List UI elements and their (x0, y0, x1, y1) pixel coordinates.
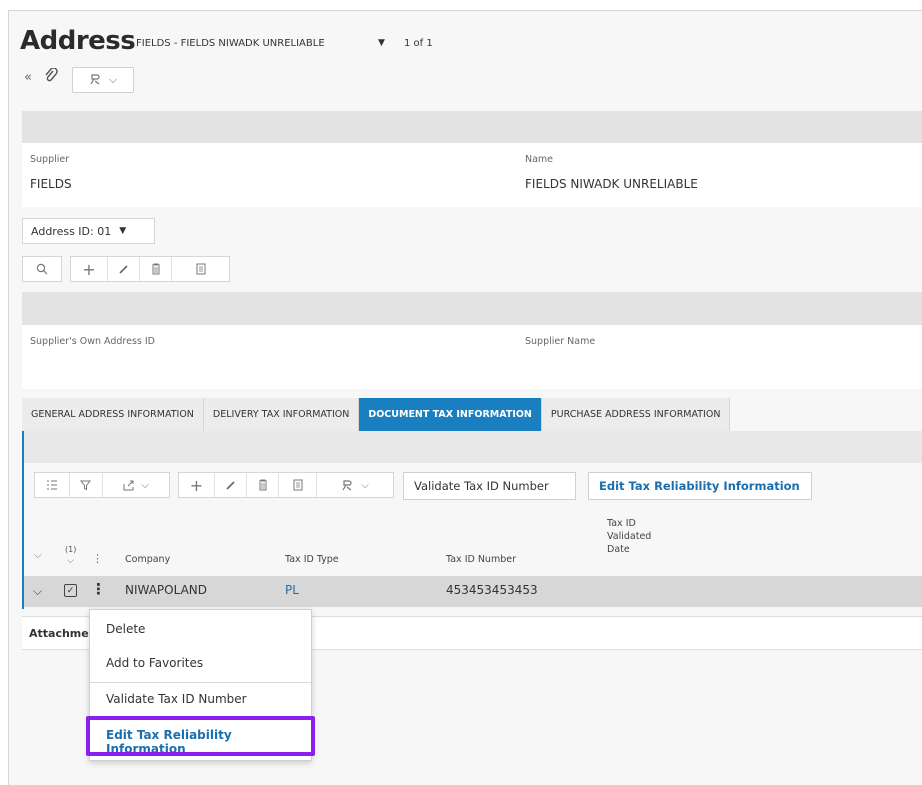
select-all-icon[interactable]: ⌵ (67, 556, 74, 566)
caret-down-icon: ▼ (119, 226, 127, 236)
cell-tax-id-number: 453453453453 (446, 583, 538, 597)
address-id-selector[interactable]: Address ID: 01 ▼ (22, 218, 155, 244)
name-value: FIELDS NIWADK UNRELIABLE (525, 177, 698, 191)
collapse-icon[interactable]: « (24, 70, 32, 85)
col-tax-id-type[interactable]: Tax ID Type (285, 554, 339, 565)
chevron-down-icon: ⌵ (108, 73, 118, 86)
name-label: Name (525, 154, 554, 165)
delete-icon[interactable] (246, 473, 278, 497)
edit-icon[interactable] (107, 257, 139, 281)
chevron-down-icon: ⌵ (141, 479, 149, 491)
selected-count: (1) (65, 545, 77, 554)
address-header-bar (22, 292, 922, 325)
supplier-panel: Supplier FIELDS Name FIELDS NIWADK UNREL… (22, 143, 922, 207)
chevron-down-icon: ⌵ (361, 479, 369, 491)
menu-item-validate-tax-id[interactable]: Validate Tax ID Number (106, 692, 247, 706)
menu-separator (90, 682, 311, 683)
filter-icon[interactable] (68, 473, 103, 497)
cell-company: NIWAPOLAND (125, 583, 208, 597)
record-count: 1 of 1 (404, 38, 433, 49)
copy-icon[interactable] (278, 473, 316, 497)
expand-all-icon[interactable]: ⌵ (34, 550, 42, 561)
col-validated-date[interactable]: Tax ID Validated Date (607, 517, 651, 556)
col-company[interactable]: Company (125, 554, 170, 565)
supplier-name-label: Supplier Name (525, 336, 596, 347)
validate-tax-id-button[interactable]: Validate Tax ID Number (403, 472, 576, 500)
own-address-id-label: Supplier's Own Address ID (30, 336, 155, 347)
highlight-box (86, 716, 315, 756)
add-icon[interactable]: + (179, 473, 214, 497)
col-validated-date-line-3: Date (607, 544, 630, 555)
cell-tax-id-type[interactable]: PL (285, 583, 299, 597)
copy-icon[interactable] (171, 257, 229, 281)
edit-tax-reliability-button[interactable]: Edit Tax Reliability Information (588, 472, 812, 500)
supplier-value: FIELDS (30, 177, 72, 191)
tab-content-header (24, 431, 922, 463)
page-title: Address (20, 26, 136, 56)
search-button[interactable] (22, 256, 62, 282)
edit-icon[interactable] (214, 473, 246, 497)
row-checkbox[interactable]: ✓ (64, 584, 77, 597)
actions-icon (89, 73, 103, 88)
column-chooser-icon[interactable] (35, 473, 69, 497)
caret-down-icon[interactable]: ▼ (378, 38, 385, 48)
table-edit-toolbar: + ⌵ (178, 472, 394, 498)
search-icon (23, 257, 61, 281)
record-selector[interactable]: FIELDS - FIELDS NIWADK UNRELIABLE (136, 38, 325, 49)
table-view-toolbar: ⌵ (34, 472, 170, 498)
tab-delivery-tax[interactable]: DELIVERY TAX INFORMATION (203, 398, 360, 431)
tab-purchase-address[interactable]: PURCHASE ADDRESS INFORMATION (541, 398, 731, 431)
tab-bar: GENERAL ADDRESS INFORMATION DELIVERY TAX… (22, 398, 731, 431)
menu-item-add-to-favorites[interactable]: Add to Favorites (106, 656, 203, 670)
menu-item-delete[interactable]: Delete (106, 622, 145, 636)
actions-icon[interactable]: ⌵ (316, 473, 393, 497)
export-icon[interactable]: ⌵ (102, 473, 169, 497)
actions-menu-button[interactable]: ⌵ (72, 67, 134, 93)
attachments-label: Attachme (29, 626, 89, 640)
row-menu-icon[interactable]: ⋮ (91, 580, 106, 598)
tab-document-tax[interactable]: DOCUMENT TAX INFORMATION (359, 398, 542, 431)
add-icon[interactable]: + (71, 257, 107, 281)
column-menu-icon[interactable]: ⋮ (92, 552, 103, 565)
col-tax-id-number[interactable]: Tax ID Number (446, 554, 516, 565)
delete-icon[interactable] (139, 257, 171, 281)
supplier-label: Supplier (30, 154, 70, 165)
address-panel: Supplier's Own Address ID Supplier Name (22, 325, 922, 389)
attachment-icon[interactable] (44, 67, 58, 88)
col-validated-date-line-2: Validated (607, 531, 652, 542)
section-header-bar (22, 111, 922, 143)
col-validated-date-line-1: Tax ID (607, 518, 636, 529)
address-toolbar: + (70, 256, 230, 282)
row-expand-icon[interactable]: ⌵ (33, 584, 42, 599)
address-id-label: Address ID: 01 (31, 224, 112, 238)
tab-general-address[interactable]: GENERAL ADDRESS INFORMATION (22, 398, 204, 431)
